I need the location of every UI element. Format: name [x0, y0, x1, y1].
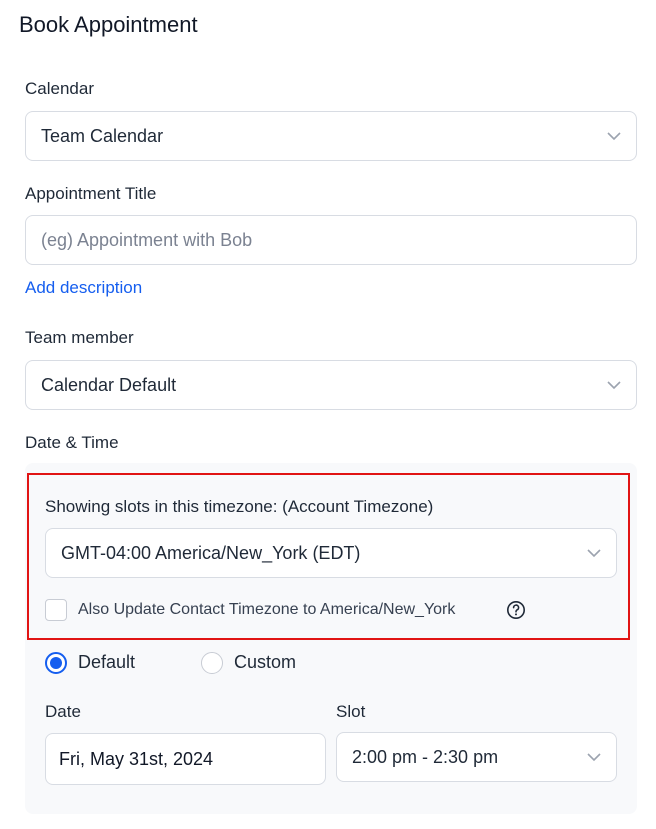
team-member-select-value: Calendar Default	[41, 374, 177, 395]
update-contact-timezone-checkbox[interactable]	[45, 599, 67, 621]
radio-selected-dot	[50, 657, 62, 669]
custom-radio-label: Custom	[234, 652, 297, 672]
help-circle-icon[interactable]	[506, 600, 526, 620]
slot-select[interactable]: 2:00 pm - 2:30 pm	[336, 732, 617, 782]
slot-select-value: 2:00 pm - 2:30 pm	[352, 746, 499, 767]
date-input-value: Fri, May 31st, 2024	[59, 748, 214, 769]
chevron-down-icon	[587, 753, 601, 762]
calendar-select-value: Team Calendar	[41, 125, 164, 146]
team-member-select[interactable]: Calendar Default	[25, 360, 637, 410]
chevron-down-icon	[607, 132, 621, 141]
team-member-label: Team member	[25, 328, 134, 347]
custom-radio[interactable]	[201, 652, 223, 674]
timezone-label: Showing slots in this timezone: (Account…	[45, 497, 434, 516]
date-label: Date	[45, 702, 81, 721]
chevron-down-icon	[607, 381, 621, 390]
default-radio-label: Default	[78, 652, 136, 672]
calendar-label: Calendar	[25, 79, 94, 98]
add-description-link[interactable]: Add description	[25, 278, 142, 298]
chevron-down-icon	[587, 549, 601, 558]
appointment-title-label: Appointment Title	[25, 184, 157, 203]
timezone-select[interactable]: GMT-04:00 America/New_York (EDT)	[45, 528, 617, 578]
calendar-select[interactable]: Team Calendar	[25, 111, 637, 161]
default-radio[interactable]	[45, 652, 67, 674]
page-title: Book Appointment	[19, 12, 198, 37]
appointment-title-input[interactable]: (eg) Appointment with Bob	[25, 215, 637, 265]
slot-label: Slot	[336, 702, 366, 721]
date-time-label: Date & Time	[25, 433, 119, 452]
update-contact-timezone-label: Also Update Contact Timezone to America/…	[78, 601, 456, 618]
date-input[interactable]: Fri, May 31st, 2024	[45, 733, 326, 785]
appointment-title-placeholder: (eg) Appointment with Bob	[41, 229, 253, 250]
timezone-select-value: GMT-04:00 America/New_York (EDT)	[61, 542, 361, 563]
